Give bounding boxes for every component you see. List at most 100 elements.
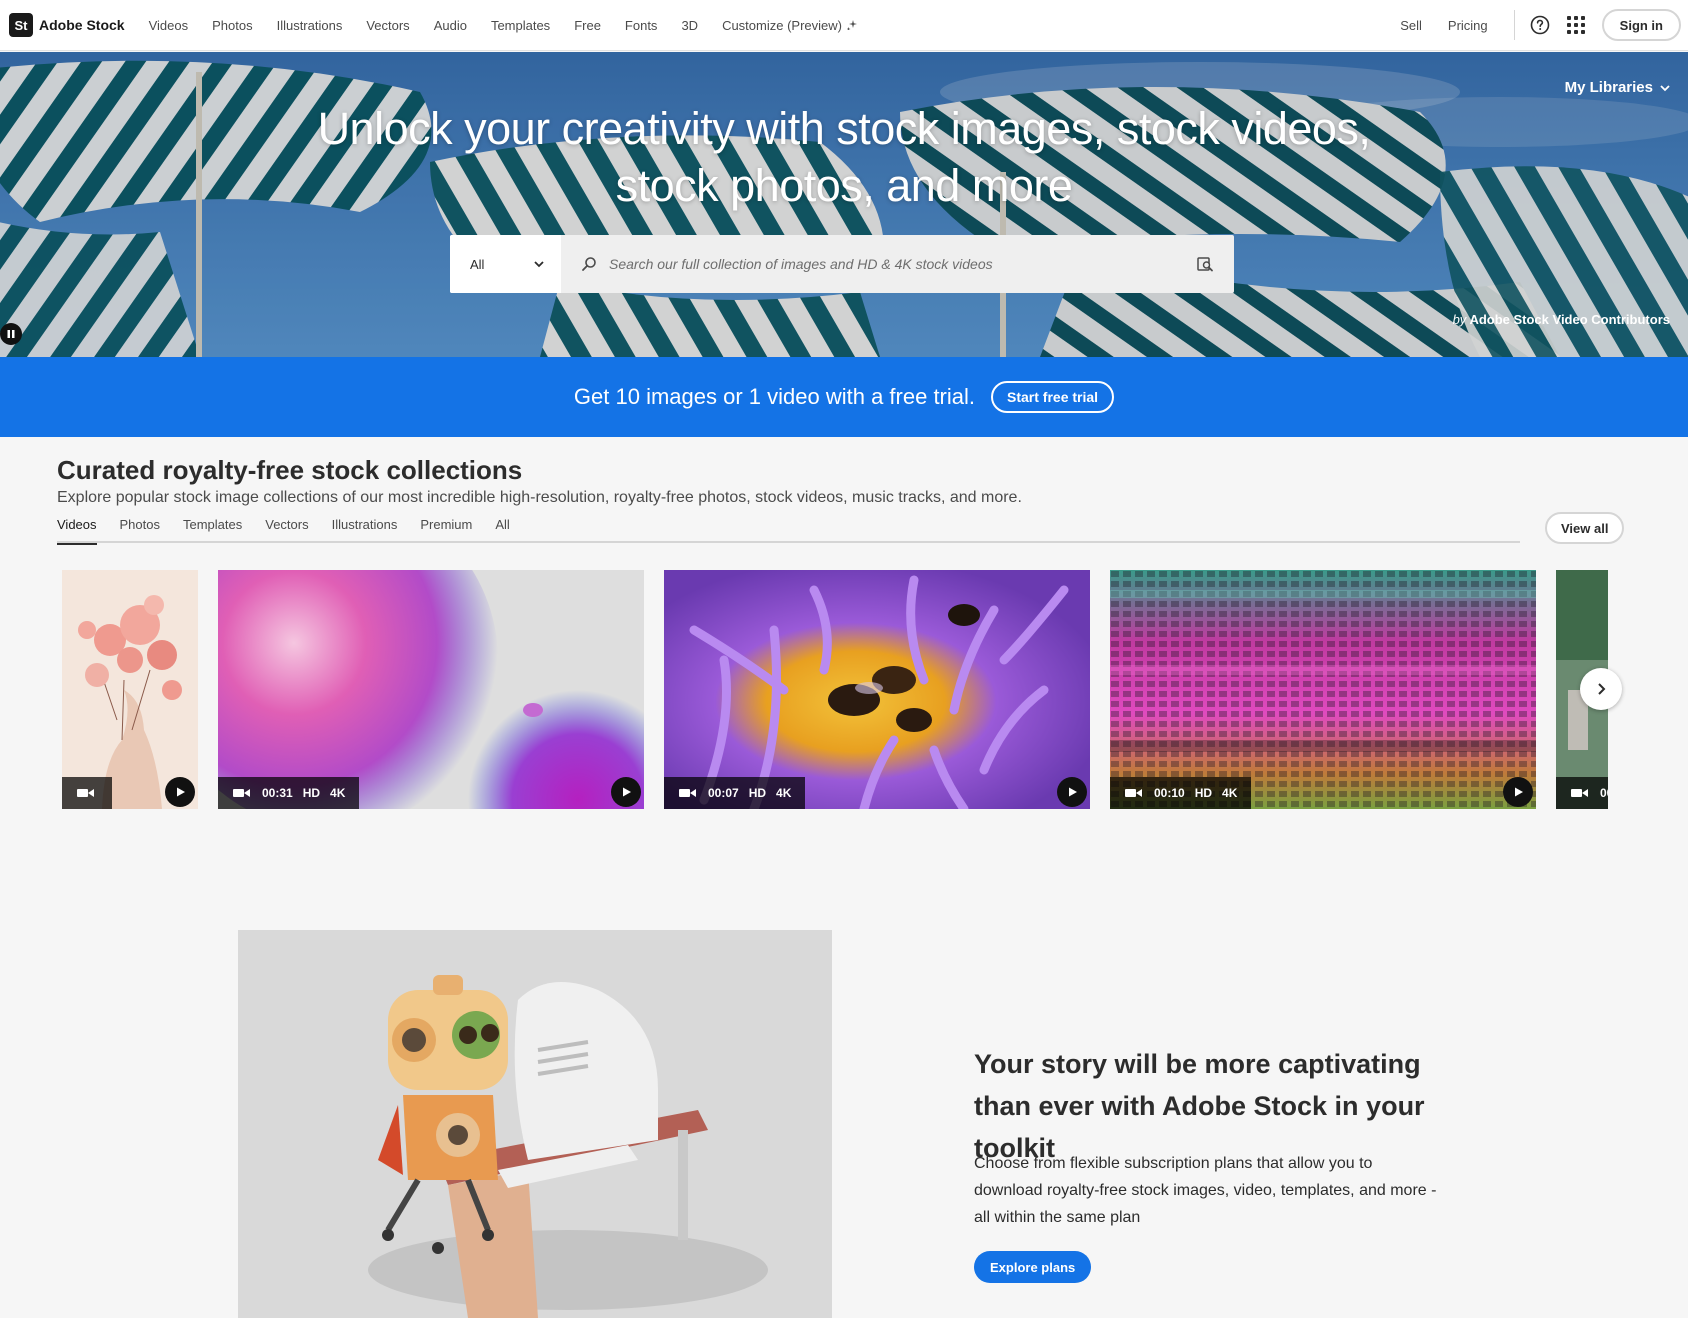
adobe-stock-logo-icon: St <box>9 13 33 37</box>
promo-illustration <box>238 930 832 1318</box>
video-thumbnail <box>218 570 644 809</box>
video-card[interactable]: 00:07 HD 4K <box>664 570 1090 809</box>
video-camera-icon <box>1125 789 1142 797</box>
search-field <box>561 235 1176 293</box>
nav-customize[interactable]: Customize (Preview) <box>722 18 857 33</box>
nav-sell[interactable]: Sell <box>1400 18 1422 33</box>
my-libraries-dropdown[interactable]: My Libraries <box>1565 79 1671 96</box>
play-icon <box>1069 787 1077 797</box>
pause-icon <box>7 330 15 338</box>
apps-grid-icon[interactable] <box>1566 15 1586 35</box>
chevron-right-icon <box>1598 683 1606 695</box>
tab-all[interactable]: All <box>495 517 509 543</box>
video-camera-icon <box>679 789 696 797</box>
nav-divider <box>1513 10 1515 40</box>
image-search-icon <box>1197 257 1213 272</box>
video-meta: 00:31 HD 4K <box>218 777 360 809</box>
video-meta <box>62 777 112 809</box>
nav-right: Sell Pricing Sign in <box>1374 0 1688 50</box>
video-card[interactable] <box>62 570 198 809</box>
tab-templates[interactable]: Templates <box>183 517 242 543</box>
tab-photos[interactable]: Photos <box>120 517 160 543</box>
brand-name: Adobe Stock <box>39 17 125 33</box>
play-icon <box>623 787 631 797</box>
video-4k-badge: 4K <box>776 786 792 800</box>
search-category-value: All <box>470 256 485 272</box>
video-camera-icon <box>233 789 250 797</box>
video-hd-badge: HD <box>1194 786 1213 800</box>
video-4k-badge: 4K <box>330 786 346 800</box>
video-hd-badge: HD <box>748 786 767 800</box>
video-4k-badge: 4K <box>1222 786 1238 800</box>
play-button[interactable] <box>611 777 641 807</box>
search-category-select[interactable]: All <box>450 235 561 293</box>
chevron-down-icon <box>1660 84 1670 91</box>
nav-templates[interactable]: Templates <box>491 18 550 33</box>
video-meta: 00:10 HD 4K <box>1110 777 1252 809</box>
video-duration: 00:31 <box>262 786 293 800</box>
pause-video-button[interactable] <box>0 323 22 345</box>
help-icon[interactable] <box>1530 15 1550 35</box>
nav-customize-label: Customize (Preview) <box>722 17 842 33</box>
collection-tabs: Videos Photos Templates Vectors Illustra… <box>57 517 1520 545</box>
video-camera-icon <box>1571 789 1588 797</box>
video-thumbnail <box>1110 570 1536 809</box>
nav-fonts[interactable]: Fonts <box>625 18 658 33</box>
credit-by: by <box>1452 312 1467 327</box>
play-icon <box>177 787 185 797</box>
video-card[interactable]: 00:10 HD 4K <box>1110 570 1536 809</box>
tab-videos[interactable]: Videos <box>57 517 97 545</box>
play-button[interactable] <box>1503 777 1533 807</box>
search-icon <box>582 257 596 271</box>
play-button[interactable] <box>1057 777 1087 807</box>
hero-title-line1: Unlock your creativity with stock images… <box>317 103 1371 154</box>
robot-at-computer-illustration <box>238 930 832 1318</box>
video-duration: 00:10 <box>1154 786 1185 800</box>
nav-photos[interactable]: Photos <box>212 18 252 33</box>
carousel-next-button[interactable] <box>1580 668 1622 710</box>
nav-3d[interactable]: 3D <box>681 18 698 33</box>
explore-plans-button[interactable]: Explore plans <box>974 1251 1092 1283</box>
free-trial-banner: Get 10 images or 1 video with a free tri… <box>0 357 1688 437</box>
nav-free[interactable]: Free <box>574 18 601 33</box>
play-icon <box>1515 787 1523 797</box>
video-meta: 00:07 HD 4K <box>664 777 806 809</box>
nav-vectors[interactable]: Vectors <box>366 18 409 33</box>
play-button[interactable] <box>165 777 195 807</box>
video-camera-icon <box>77 789 94 797</box>
hero-title-line2: stock photos, and more <box>615 160 1073 211</box>
my-libraries-label: My Libraries <box>1564 79 1653 96</box>
collections-title: Curated royalty-free stock collections <box>57 455 523 485</box>
top-navigation: St Adobe Stock Videos Photos Illustratio… <box>0 0 1688 51</box>
nav-videos[interactable]: Videos <box>149 18 189 33</box>
view-all-button[interactable]: View all <box>1545 512 1625 544</box>
video-duration: 00:07 <box>708 786 739 800</box>
video-thumbnail <box>664 570 1090 809</box>
video-hd-badge: HD <box>302 786 321 800</box>
sparkle-icon <box>846 20 857 30</box>
tab-illustrations[interactable]: Illustrations <box>332 517 398 543</box>
main-nav: Videos Photos Illustrations Vectors Audi… <box>149 18 881 33</box>
nav-pricing[interactable]: Pricing <box>1448 18 1488 33</box>
brand[interactable]: St Adobe Stock <box>9 13 125 37</box>
hero-banner: My Libraries Unlock your creativity with… <box>0 52 1688 357</box>
collections-subtitle: Explore popular stock image collections … <box>57 489 1022 506</box>
sign-in-button[interactable]: Sign in <box>1601 9 1681 41</box>
tab-vectors[interactable]: Vectors <box>265 517 308 543</box>
start-free-trial-button[interactable]: Start free trial <box>991 381 1115 413</box>
hero-title: Unlock your creativity with stock images… <box>0 100 1688 214</box>
tab-premium[interactable]: Premium <box>420 517 472 543</box>
trial-text: Get 10 images or 1 video with a free tri… <box>573 384 976 409</box>
search-input[interactable] <box>609 256 1176 272</box>
credit-name[interactable]: Adobe Stock Video Contributors <box>1469 312 1670 327</box>
promo-body: Choose from flexible subscription plans … <box>974 1155 1437 1226</box>
hero-credit: by Adobe Stock Video Contributors <box>1453 312 1670 327</box>
video-duration: 00 <box>1600 786 1608 800</box>
visual-search-button[interactable] <box>1176 235 1234 293</box>
video-card[interactable]: 00:31 HD 4K <box>218 570 644 809</box>
video-carousel: 00:31 HD 4K 00:07 HD 4K 00:10 HD 4K 0 <box>62 570 1610 810</box>
nav-audio[interactable]: Audio <box>434 18 467 33</box>
video-thumbnail <box>62 570 198 809</box>
video-meta: 00 <box>1556 777 1608 809</box>
nav-illustrations[interactable]: Illustrations <box>277 18 343 33</box>
